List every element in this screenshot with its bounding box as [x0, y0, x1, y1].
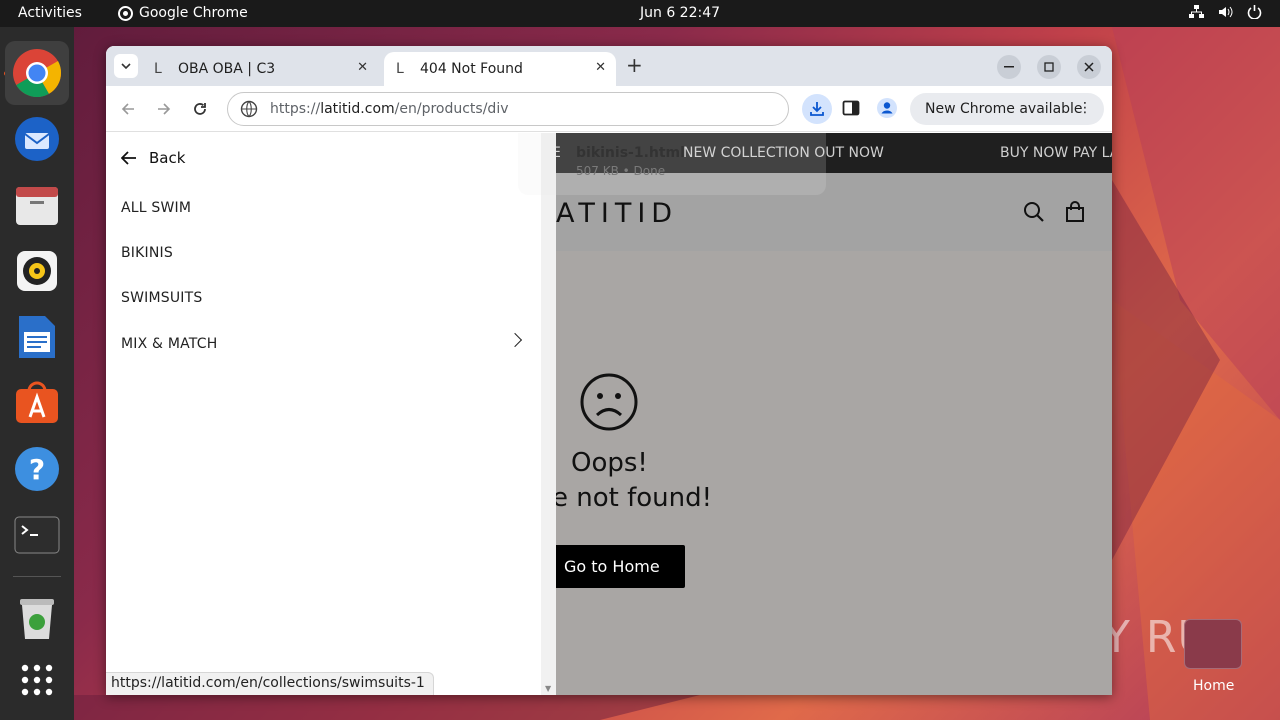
site-page: E NEW COLLECTION OUT NOW BUY NOW PAY LA … — [556, 133, 1112, 695]
search-icon[interactable] — [1023, 201, 1045, 223]
chevron-right-icon[interactable] — [507, 332, 523, 348]
go-home-button[interactable]: Go to Home — [556, 545, 685, 588]
home-folder-label[interactable]: Home — [1193, 678, 1234, 694]
cart-icon[interactable] — [1064, 201, 1086, 223]
close-tab-icon[interactable]: ✕ — [357, 60, 368, 75]
new-tab-button[interactable]: + — [626, 54, 643, 76]
chrome-small-icon — [118, 5, 133, 21]
arrow-left-icon — [121, 103, 134, 115]
update-chrome-button[interactable]: New Chrome available ⋮ — [910, 93, 1104, 125]
dock-software[interactable] — [13, 379, 61, 427]
profile-button[interactable] — [876, 97, 898, 119]
browser-toolbar: https://latitid.com/en/products/div New … — [106, 86, 1112, 132]
tab-strip: L OBA OBA | C3 ✕ L 404 Not Found ✕ + — [106, 46, 1112, 86]
more-menu-icon[interactable]: ⋮ — [1078, 100, 1092, 116]
top-bar: Activities Google Chrome Jun 6 22:47 — [0, 0, 1280, 27]
tab-search-button[interactable] — [114, 54, 138, 78]
announcement-text: BUY NOW PAY LA — [1000, 145, 1112, 161]
maximize-icon — [1044, 62, 1054, 72]
chrome-icon — [13, 49, 62, 98]
download-filename: bikinis-1.html — [576, 145, 685, 161]
address-bar[interactable]: https://latitid.com/en/products/div — [227, 92, 789, 126]
dock-chrome[interactable] — [5, 41, 69, 105]
close-tab-icon[interactable]: ✕ — [595, 60, 606, 75]
tab-title: OBA OBA | C3 — [178, 61, 276, 77]
network-icon — [1189, 5, 1204, 18]
reload-button[interactable] — [188, 97, 212, 121]
chevron-down-icon — [121, 63, 131, 69]
tab-404-not-found[interactable]: L 404 Not Found ✕ — [384, 52, 616, 86]
tab-title: 404 Not Found — [420, 61, 523, 77]
tab-oba-oba[interactable]: L OBA OBA | C3 ✕ — [142, 52, 378, 86]
download-bubble[interactable] — [518, 133, 826, 195]
error-heading: Oops! — [571, 448, 648, 478]
reload-icon — [194, 103, 206, 115]
power-icon — [1247, 5, 1262, 19]
download-icon — [810, 102, 824, 116]
error-message: e not found! — [556, 483, 713, 513]
arrow-left-icon — [121, 151, 136, 165]
link-status-bar: https://latitid.com/en/collections/swims… — [106, 672, 434, 695]
trash-icon — [20, 599, 54, 639]
clock[interactable]: Jun 6 22:47 — [640, 5, 720, 21]
software-icon — [16, 381, 58, 423]
site-logo[interactable]: ATITID — [556, 198, 678, 229]
download-status: 507 KB • Done — [576, 164, 666, 178]
dock-trash[interactable] — [13, 594, 61, 642]
rhythmbox-icon — [17, 251, 57, 291]
side-panel-icon[interactable] — [842, 99, 860, 117]
profile-icon — [877, 98, 897, 118]
close-icon — [1084, 62, 1094, 72]
nav-item-swimsuits[interactable]: SWIMSUITS — [121, 290, 202, 306]
volume-icon — [1219, 6, 1233, 18]
arrow-right-icon — [158, 103, 171, 115]
dock-thunderbird[interactable] — [13, 115, 61, 163]
maximize-button[interactable] — [1037, 55, 1061, 79]
help-icon: ? — [15, 447, 59, 491]
back-button[interactable] — [116, 97, 140, 121]
home-folder-icon[interactable] — [1184, 619, 1242, 669]
dock-writer[interactable] — [13, 313, 61, 361]
files-icon — [16, 187, 58, 225]
forward-button[interactable] — [152, 97, 176, 121]
dock-separator — [13, 576, 61, 577]
chrome-window: L OBA OBA | C3 ✕ L 404 Not Found ✕ + htt… — [106, 46, 1112, 695]
dock-app-grid[interactable] — [13, 656, 61, 704]
site-info-icon[interactable] — [240, 100, 258, 118]
tab-favicon: L — [396, 61, 404, 77]
url-text: https://latitid.com/en/products/div — [270, 101, 509, 117]
activities-button[interactable]: Activities — [18, 5, 82, 21]
minimize-icon — [1004, 66, 1014, 68]
dock-files[interactable] — [13, 181, 61, 229]
close-window-button[interactable] — [1077, 55, 1101, 79]
page-content: Back ALL SWIM BIKINIS SWIMSUITS MIX & MA… — [106, 133, 1112, 695]
dock: ? — [0, 27, 74, 720]
nav-item-mix-match[interactable]: MIX & MATCH — [121, 336, 217, 352]
nav-item-all-swim[interactable]: ALL SWIM — [121, 200, 191, 216]
dock-help[interactable]: ? — [13, 445, 61, 493]
tab-favicon: L — [154, 61, 162, 77]
app-name: Google Chrome — [139, 5, 248, 21]
nav-item-bikinis[interactable]: BIKINIS — [121, 245, 173, 261]
dock-rhythmbox[interactable] — [13, 247, 61, 295]
terminal-icon — [14, 516, 60, 554]
writer-icon — [19, 316, 55, 358]
minimize-button[interactable] — [997, 55, 1021, 79]
app-grid-icon — [21, 664, 53, 696]
update-label: New Chrome available — [925, 101, 1083, 117]
scroll-down-arrow-icon[interactable]: ▼ — [545, 684, 551, 693]
system-tray[interactable] — [1189, 5, 1262, 19]
thunderbird-icon — [15, 117, 59, 161]
dock-terminal[interactable] — [13, 511, 61, 559]
sad-face-icon — [580, 373, 638, 431]
downloads-button[interactable] — [802, 94, 832, 124]
app-menu[interactable]: Google Chrome — [118, 5, 248, 21]
svg-text:?: ? — [29, 453, 45, 486]
drawer-back-button[interactable]: Back — [121, 149, 185, 167]
drawer-scrollbar[interactable]: ▼ — [541, 133, 556, 695]
mobile-nav-drawer: Back ALL SWIM BIKINIS SWIMSUITS MIX & MA… — [106, 133, 541, 695]
back-label: Back — [149, 149, 186, 167]
